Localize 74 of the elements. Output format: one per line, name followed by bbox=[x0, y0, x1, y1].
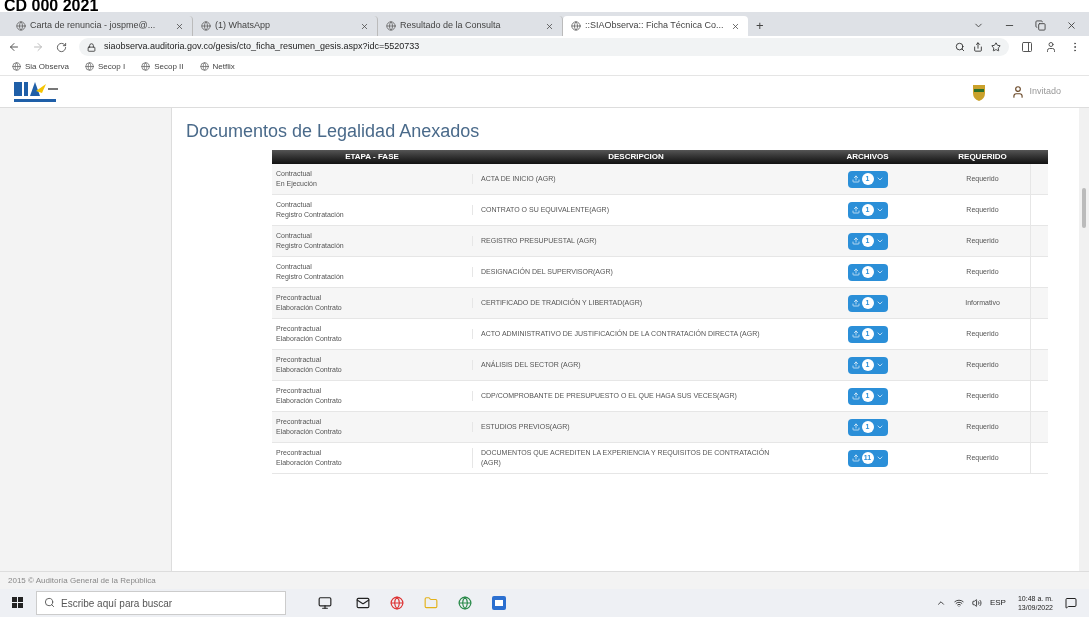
close-icon[interactable] bbox=[1066, 20, 1077, 31]
column-header: REQUERIDO bbox=[957, 151, 1008, 163]
upload-icon bbox=[851, 361, 860, 369]
globe-icon bbox=[199, 62, 209, 71]
upload-icon bbox=[851, 423, 860, 431]
zoom-icon[interactable] bbox=[955, 42, 965, 52]
upload-icon bbox=[851, 268, 860, 276]
profile-icon[interactable] bbox=[1045, 41, 1057, 53]
upload-icon bbox=[851, 175, 860, 183]
column-header: ETAPA - FASE bbox=[344, 151, 400, 163]
bookmark[interactable]: Netflix bbox=[199, 60, 235, 73]
language-indicator[interactable]: ESP bbox=[989, 597, 1006, 609]
upload-icon bbox=[851, 206, 860, 214]
url-text: siaobserva.auditoria.gov.co/gesis/cto_ficha_resumen_gesis.aspx?idc=5520733 bbox=[104, 40, 420, 54]
scrollbar[interactable] bbox=[1079, 108, 1089, 571]
close-icon[interactable] bbox=[360, 21, 369, 31]
restore-icon[interactable] bbox=[1035, 20, 1046, 31]
caret-icon bbox=[875, 268, 884, 276]
user-icon bbox=[1011, 84, 1026, 99]
bookmark[interactable]: Secop I bbox=[85, 60, 126, 73]
browser-tab[interactable]: Carta de renuncia - jospme@... bbox=[8, 16, 193, 36]
bookmark[interactable]: Secop II bbox=[141, 60, 184, 73]
close-icon[interactable] bbox=[545, 21, 554, 31]
browser-tab[interactable]: (1) WhatsApp bbox=[193, 16, 378, 36]
app-icon[interactable] bbox=[492, 596, 506, 610]
column-header: DESCRIPCION bbox=[607, 151, 665, 163]
caret-icon bbox=[875, 361, 884, 369]
overlay-title: CD 000 2021 bbox=[3, 0, 100, 12]
globe-icon bbox=[201, 21, 211, 31]
start-icon[interactable] bbox=[12, 597, 24, 609]
upload-icon bbox=[851, 299, 860, 307]
lock-icon bbox=[87, 42, 96, 52]
network-icon[interactable] bbox=[953, 598, 964, 608]
close-icon[interactable] bbox=[175, 21, 184, 31]
upload-icon bbox=[851, 392, 860, 400]
globe-icon bbox=[386, 21, 396, 31]
notifications-icon[interactable] bbox=[1065, 597, 1077, 609]
caret-icon bbox=[875, 206, 884, 214]
globe-icon bbox=[12, 62, 21, 71]
taskbar-search-field[interactable]: Escribe aquí para buscar bbox=[36, 591, 286, 615]
mail-icon[interactable] bbox=[356, 596, 370, 610]
reload-icon[interactable] bbox=[56, 41, 67, 53]
share-icon[interactable] bbox=[973, 42, 983, 52]
globe-icon bbox=[16, 21, 26, 31]
volume-icon[interactable] bbox=[971, 598, 982, 608]
section-title: Documentos de Legalidad Anexados bbox=[186, 120, 481, 142]
upload-icon bbox=[851, 237, 860, 245]
caret-icon bbox=[875, 423, 884, 431]
caret-icon bbox=[875, 392, 884, 400]
globe-icon bbox=[141, 62, 151, 71]
globe-icon bbox=[85, 62, 95, 71]
caret-icon bbox=[875, 454, 884, 462]
search-icon bbox=[44, 597, 55, 608]
caret-icon bbox=[875, 330, 884, 338]
footer-text: 2015 © Auditoría General de la República bbox=[0, 571, 1089, 589]
back-icon[interactable] bbox=[8, 41, 20, 53]
browser-tab[interactable]: ::SIAObserva:: Ficha Técnica Co... bbox=[563, 16, 748, 36]
close-icon[interactable] bbox=[731, 21, 740, 31]
caret-icon bbox=[875, 237, 884, 245]
column-header: ARCHIVOS bbox=[845, 151, 890, 163]
caret-icon bbox=[875, 299, 884, 307]
upload-icon bbox=[851, 330, 860, 338]
bookmark[interactable]: Sia Observa bbox=[12, 60, 70, 73]
globe-icon bbox=[571, 21, 581, 31]
upload-icon bbox=[851, 454, 860, 462]
caret-icon bbox=[875, 175, 884, 183]
side-panel-icon[interactable] bbox=[1021, 41, 1033, 53]
address-bar[interactable]: siaobserva.auditoria.gov.co/gesis/cto_ficha_resumen_gesis.aspx?idc=5520733 bbox=[79, 38, 1009, 56]
task-view-icon[interactable] bbox=[318, 596, 332, 610]
chevron-up-icon[interactable] bbox=[935, 598, 946, 608]
star-icon[interactable] bbox=[991, 42, 1001, 52]
browser-icon[interactable] bbox=[390, 596, 404, 610]
browser-icon[interactable] bbox=[458, 596, 472, 610]
new-tab-button[interactable]: + bbox=[748, 16, 772, 36]
